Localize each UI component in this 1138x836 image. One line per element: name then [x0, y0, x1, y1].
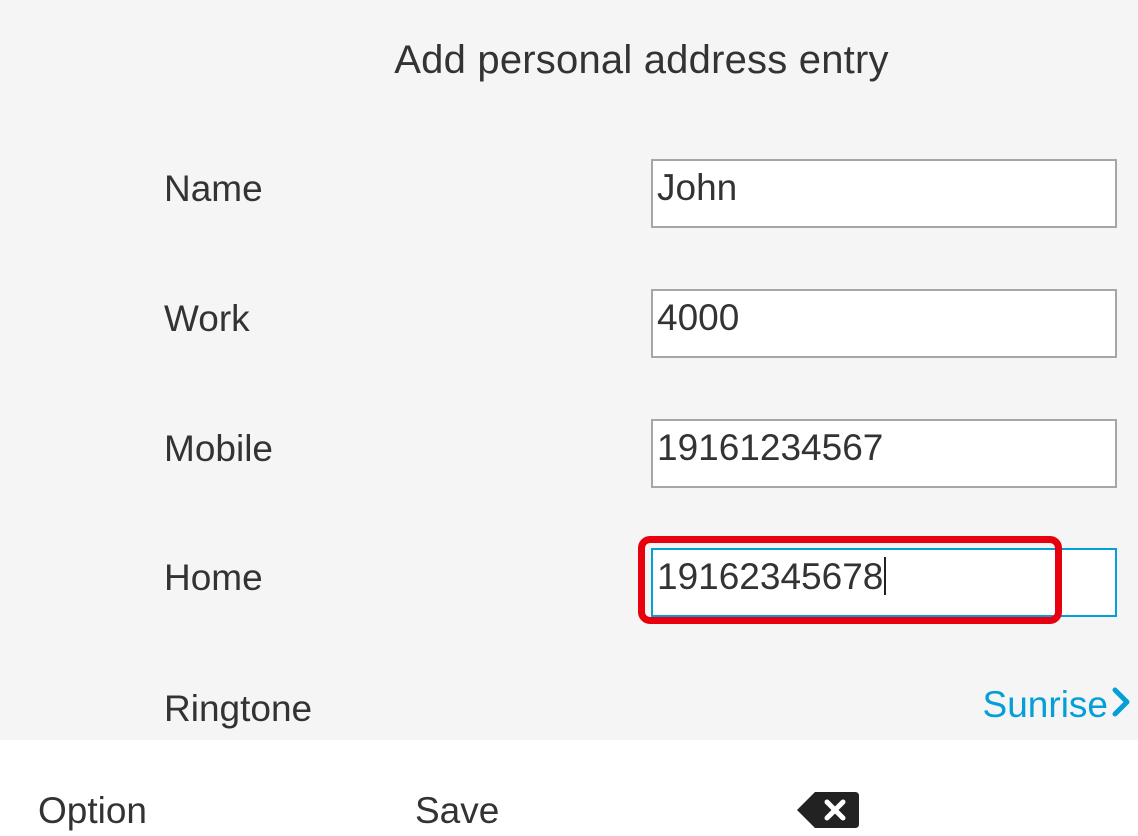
mobile-field[interactable]: 19161234567 — [651, 419, 1117, 488]
highlight-box — [638, 536, 1062, 624]
name-label: Name — [164, 168, 263, 209]
home-label: Home — [164, 557, 263, 598]
ringtone-selector[interactable]: Sunrise — [983, 684, 1130, 726]
page-title: Add personal address entry — [394, 38, 889, 82]
mobile-value: 19161234567 — [657, 427, 884, 468]
ringtone-value: Sunrise — [982, 684, 1108, 725]
name-value: John — [657, 167, 738, 208]
option-softkey[interactable]: Option — [38, 790, 147, 832]
mobile-label: Mobile — [164, 428, 273, 469]
work-value: 4000 — [657, 297, 740, 338]
ringtone-label: Ringtone — [164, 688, 313, 729]
chevron-right-icon — [1112, 684, 1130, 726]
work-label: Work — [164, 298, 250, 339]
work-field[interactable]: 4000 — [651, 289, 1117, 358]
backspace-icon[interactable] — [795, 790, 861, 830]
name-field[interactable]: John — [651, 159, 1117, 228]
phone-screen: Add personal address entry Name John Wor… — [0, 0, 1138, 740]
save-softkey[interactable]: Save — [415, 790, 499, 832]
